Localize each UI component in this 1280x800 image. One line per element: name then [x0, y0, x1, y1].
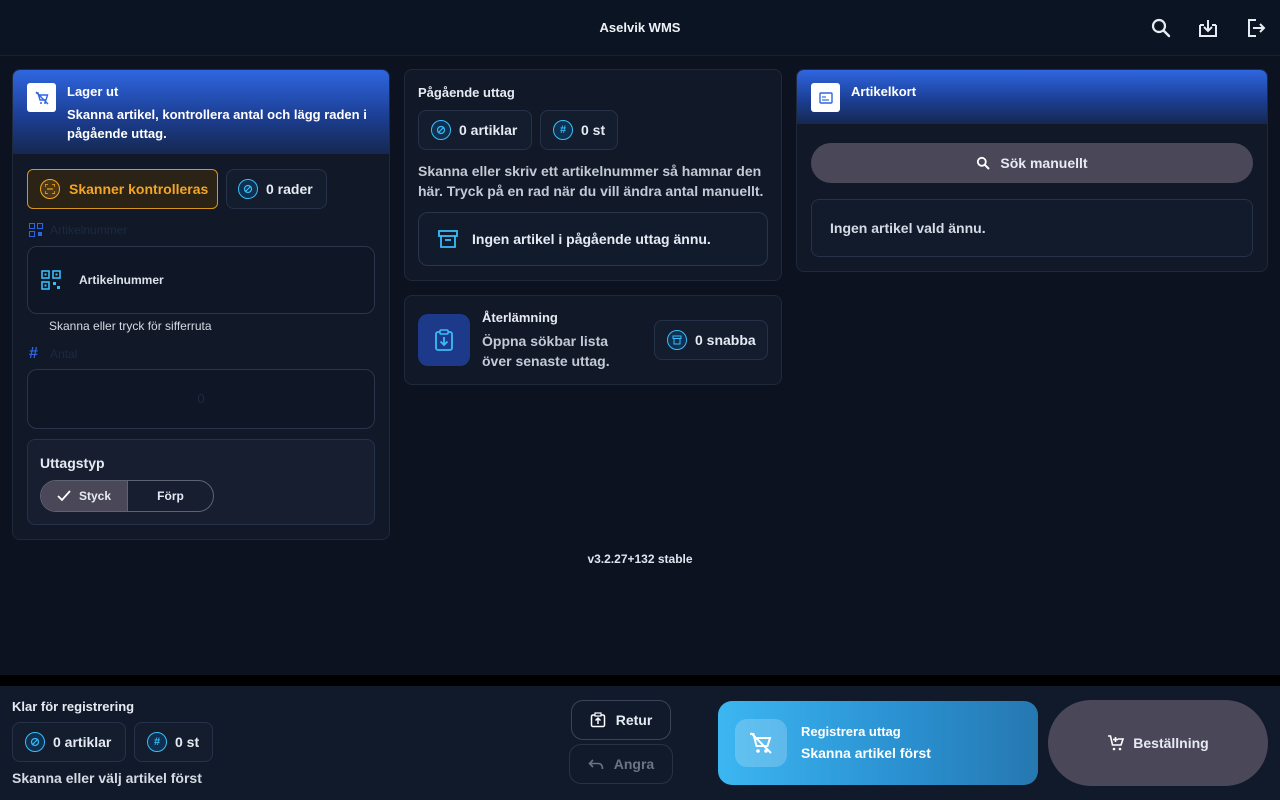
pagaende-pieces: 0 st — [581, 122, 606, 138]
bottom-hash-icon: # — [147, 732, 167, 752]
uttagstyp-title: Uttagstyp — [40, 455, 105, 471]
bottom-pieces-chip: # 0 st — [134, 722, 213, 762]
option-styck-label: Styck — [78, 489, 112, 503]
cart-off-icon — [735, 719, 787, 767]
aterlamning-description: Öppna sökbar lista över senaste uttag. — [482, 333, 610, 369]
retur-button[interactable]: Retur — [571, 700, 671, 740]
articles-icon — [431, 120, 451, 140]
manual-search-button[interactable]: Sök manuellt — [811, 143, 1253, 183]
bestallning-button[interactable]: Beställning — [1048, 700, 1268, 786]
lager-ut-description: Skanna artikel, kontrollera antal och lä… — [67, 107, 367, 141]
artikelkort-empty-text: Ingen artikel vald ännu. — [830, 220, 986, 236]
scanner-icon — [40, 179, 60, 199]
scanner-status-button[interactable]: Skanner kontrolleras — [27, 169, 218, 209]
retur-label: Retur — [615, 712, 653, 728]
uttagstyp-option-styck[interactable]: Styck — [41, 481, 128, 511]
bottom-articles-icon — [25, 732, 45, 752]
uttagstyp-option-forp[interactable]: Förp — [128, 481, 213, 511]
clipboard-download-icon — [418, 314, 470, 366]
hash-icon: # — [29, 345, 38, 362]
undo-icon — [588, 759, 604, 770]
aterlamning-title: Återlämning — [482, 310, 558, 325]
quick-count: 0 snabba — [695, 332, 756, 348]
hash-small-icon: # — [553, 120, 573, 140]
search-small-icon — [977, 156, 991, 170]
pagaende-articles-chip: 0 artiklar — [418, 110, 532, 150]
scanner-status-label: Skanner kontrolleras — [69, 181, 209, 197]
bottom-articles-chip: 0 artiklar — [12, 722, 126, 762]
check-icon — [57, 490, 71, 502]
bottom-status-title: Klar för registrering — [12, 699, 135, 714]
angra-label: Angra — [613, 756, 655, 772]
pagaende-empty-text: Ingen artikel i pågående uttag ännu. — [472, 231, 711, 247]
manual-search-label: Sök manuellt — [1000, 155, 1088, 171]
register-subtitle: Skanna artikel först — [801, 745, 931, 761]
bottom-separator — [0, 675, 1280, 686]
bottom-articles: 0 artiklar — [53, 734, 112, 750]
register-title: Registrera uttag — [801, 724, 901, 739]
archive-icon — [438, 230, 458, 248]
pagaende-pieces-chip: # 0 st — [540, 110, 618, 150]
pagaende-description: Skanna eller skriv ett artikelnummer så … — [418, 163, 764, 199]
app-title: Aselvik WMS — [599, 20, 681, 35]
qr-code-icon — [29, 223, 43, 237]
quick-count-chip[interactable]: 0 snabba — [654, 320, 768, 360]
cart-remove-icon — [27, 83, 56, 112]
bottom-hint: Skanna eller välj artikel först — [12, 770, 202, 786]
retur-icon — [590, 712, 605, 728]
archive-small-icon — [667, 330, 687, 350]
pagaende-empty-state: Ingen artikel i pågående uttag ännu. — [418, 212, 768, 266]
lager-ut-title: Lager ut — [67, 84, 119, 99]
version-label: v3.2.27+132 stable — [587, 552, 693, 566]
artikelnummer-label: Artikelnummer — [50, 223, 128, 237]
artikelkort-title: Artikelkort — [851, 84, 917, 99]
search-icon[interactable] — [1149, 16, 1173, 40]
antal-label: Antal — [50, 347, 78, 361]
angra-button[interactable]: Angra — [569, 744, 673, 784]
option-forp-label: Förp — [157, 489, 184, 503]
pagaende-articles: 0 artiklar — [459, 122, 518, 138]
rows-count-chip: 0 rader — [226, 169, 327, 209]
bottom-pieces: 0 st — [175, 734, 200, 750]
cart-add-icon — [1108, 735, 1125, 751]
pagaende-title: Pågående uttag — [418, 85, 515, 100]
bestallning-label: Beställning — [1133, 735, 1209, 751]
card-icon — [811, 83, 840, 112]
qr-scan-icon — [41, 270, 61, 290]
uttagstyp-toggle: Styck Förp — [40, 480, 214, 512]
download-icon[interactable] — [1196, 16, 1220, 40]
antal-value: 0 — [197, 391, 205, 406]
rows-count: 0 rader — [266, 181, 313, 197]
artikelnummer-placeholder: Artikelnummer — [79, 273, 164, 287]
logout-icon[interactable] — [1244, 16, 1268, 40]
artikelkort-empty-state: Ingen artikel vald ännu. — [811, 199, 1253, 257]
rows-icon — [238, 179, 258, 199]
artikelnummer-helper: Skanna eller tryck för sifferruta — [49, 319, 212, 333]
